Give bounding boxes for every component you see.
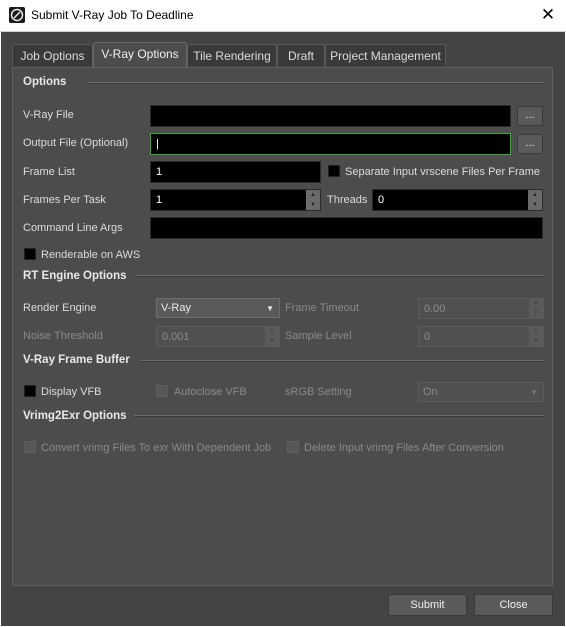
- delete-vrimg-label: Delete Input vrimg Files After Conversio…: [304, 442, 504, 454]
- frames-per-task-spinner[interactable]: ▲ ▼: [306, 190, 320, 210]
- noise-threshold-input[interactable]: 0.001: [156, 326, 280, 347]
- frame-timeout-label: Frame Timeout: [285, 302, 359, 314]
- render-engine-value: V-Ray: [161, 302, 191, 314]
- frame-timeout-input[interactable]: 0.00: [418, 298, 544, 319]
- command-line-args-input[interactable]: [150, 217, 543, 239]
- threads-spinner[interactable]: ▲ ▼: [528, 190, 542, 210]
- frames-per-task-label: Frames Per Task: [23, 194, 106, 206]
- sample-level-spinner[interactable]: ▲ ▼: [529, 326, 543, 346]
- vray-file-input[interactable]: [150, 105, 511, 127]
- vrimg2exr-divider: [134, 415, 544, 417]
- threads-label: Threads: [327, 194, 368, 206]
- display-vfb-checkbox[interactable]: [24, 385, 36, 397]
- deadline-app-icon: [9, 7, 25, 23]
- srgb-setting-select[interactable]: On ▼: [418, 382, 544, 402]
- tab-job-options[interactable]: Job Options: [12, 44, 93, 66]
- sample-level-input[interactable]: 0: [418, 326, 544, 347]
- tab-project-management[interactable]: Project Management: [325, 44, 446, 66]
- threads-input[interactable]: 0: [372, 189, 543, 211]
- window-title: Submit V-Ray Job To Deadline: [31, 8, 194, 22]
- output-file-browse-button[interactable]: ...: [517, 134, 543, 154]
- sample-level-label: Sample Level: [285, 330, 352, 342]
- separate-input-label: Separate Input vrscene Files Per Frame: [345, 166, 541, 178]
- tab-draft[interactable]: Draft: [277, 44, 325, 66]
- output-file-input[interactable]: |: [150, 133, 511, 155]
- frame-list-input[interactable]: 1: [150, 161, 321, 183]
- srgb-setting-value: On: [423, 386, 438, 398]
- separate-input-checkbox[interactable]: [328, 165, 340, 177]
- render-engine-select[interactable]: V-Ray ▼: [156, 298, 280, 318]
- rt-engine-divider: [135, 275, 544, 277]
- convert-vrimg-checkbox[interactable]: [24, 441, 36, 453]
- vray-file-label: V-Ray File: [23, 109, 74, 121]
- tab-vray-options[interactable]: V-Ray Options: [93, 42, 187, 67]
- delete-vrimg-checkbox[interactable]: [287, 441, 299, 453]
- frame-list-label: Frame List: [23, 166, 75, 178]
- renderable-on-aws-label: Renderable on AWS: [41, 249, 141, 261]
- vrimg2exr-heading: Vrimg2Exr Options: [23, 410, 127, 422]
- options-heading: Options: [23, 76, 67, 88]
- render-engine-label: Render Engine: [23, 302, 97, 314]
- frame-timeout-spinner[interactable]: ▲ ▼: [529, 298, 543, 318]
- command-line-args-label: Command Line Args: [23, 222, 123, 234]
- rt-engine-heading: RT Engine Options: [23, 270, 127, 282]
- display-vfb-label: Display VFB: [41, 386, 102, 398]
- vfb-heading: V-Ray Frame Buffer: [23, 354, 130, 366]
- srgb-setting-label: sRGB Setting: [285, 386, 352, 398]
- autoclose-vfb-label: Autoclose VFB: [174, 386, 247, 398]
- close-icon[interactable]: ✕: [534, 3, 562, 27]
- autoclose-vfb-checkbox[interactable]: [156, 385, 168, 397]
- vray-options-panel: Options V-Ray File ... Output File (Opti…: [12, 67, 553, 586]
- convert-vrimg-label: Convert vrimg Files To exr With Dependen…: [41, 442, 272, 454]
- frames-per-task-input[interactable]: 1: [150, 189, 321, 211]
- noise-threshold-spinner[interactable]: ▲ ▼: [265, 326, 279, 346]
- options-divider: [88, 82, 544, 84]
- chevron-down-icon: ▼: [266, 304, 274, 313]
- title-bar: Submit V-Ray Job To Deadline ✕: [0, 0, 566, 32]
- close-button[interactable]: Close: [474, 594, 553, 616]
- vray-file-browse-button[interactable]: ...: [517, 106, 543, 126]
- vfb-divider: [141, 360, 544, 362]
- tab-tile-rendering[interactable]: Tile Rendering: [187, 44, 277, 66]
- renderable-on-aws-checkbox[interactable]: [24, 248, 36, 260]
- submit-button[interactable]: Submit: [388, 594, 467, 616]
- chevron-down-icon: ▼: [530, 388, 538, 397]
- noise-threshold-label: Noise Threshold: [23, 330, 103, 342]
- output-file-label: Output File (Optional): [23, 137, 129, 149]
